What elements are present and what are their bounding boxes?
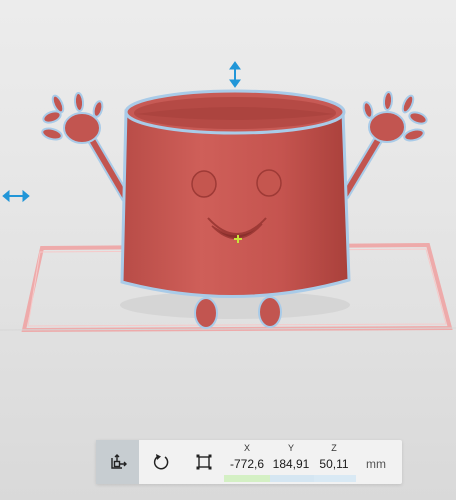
model-cup-character[interactable] — [41, 89, 428, 329]
z-axis-bar — [314, 475, 356, 482]
z-coordinate-field[interactable]: 50,11 — [311, 457, 357, 471]
scale-icon — [196, 454, 211, 470]
x-label: X — [243, 443, 250, 453]
transform-toolbar: X -772,6 Y 184,91 Z 50,11 mm — [96, 440, 402, 484]
rotate-icon — [153, 454, 168, 470]
scene — [0, 61, 456, 333]
move-icon — [110, 454, 127, 469]
right-arm — [340, 91, 428, 200]
z-label: Z — [331, 443, 337, 453]
x-coordinate-field[interactable]: -772,6 — [224, 457, 270, 471]
rotate-tool-button[interactable] — [139, 440, 182, 484]
vertical-move-handle[interactable] — [229, 61, 241, 88]
move-tool-button[interactable] — [96, 440, 139, 484]
cup-body — [120, 109, 351, 298]
scale-tool-button[interactable] — [182, 440, 225, 484]
x-axis-bar — [224, 475, 270, 482]
left-arm — [41, 92, 131, 203]
3d-viewport[interactable] — [0, 0, 456, 500]
y-coordinate-field[interactable]: 184,91 — [268, 457, 314, 471]
y-label: Y — [287, 443, 294, 453]
horizontal-move-handle[interactable] — [2, 189, 30, 203]
y-axis-bar — [270, 475, 314, 482]
unit-label: mm — [366, 457, 386, 471]
